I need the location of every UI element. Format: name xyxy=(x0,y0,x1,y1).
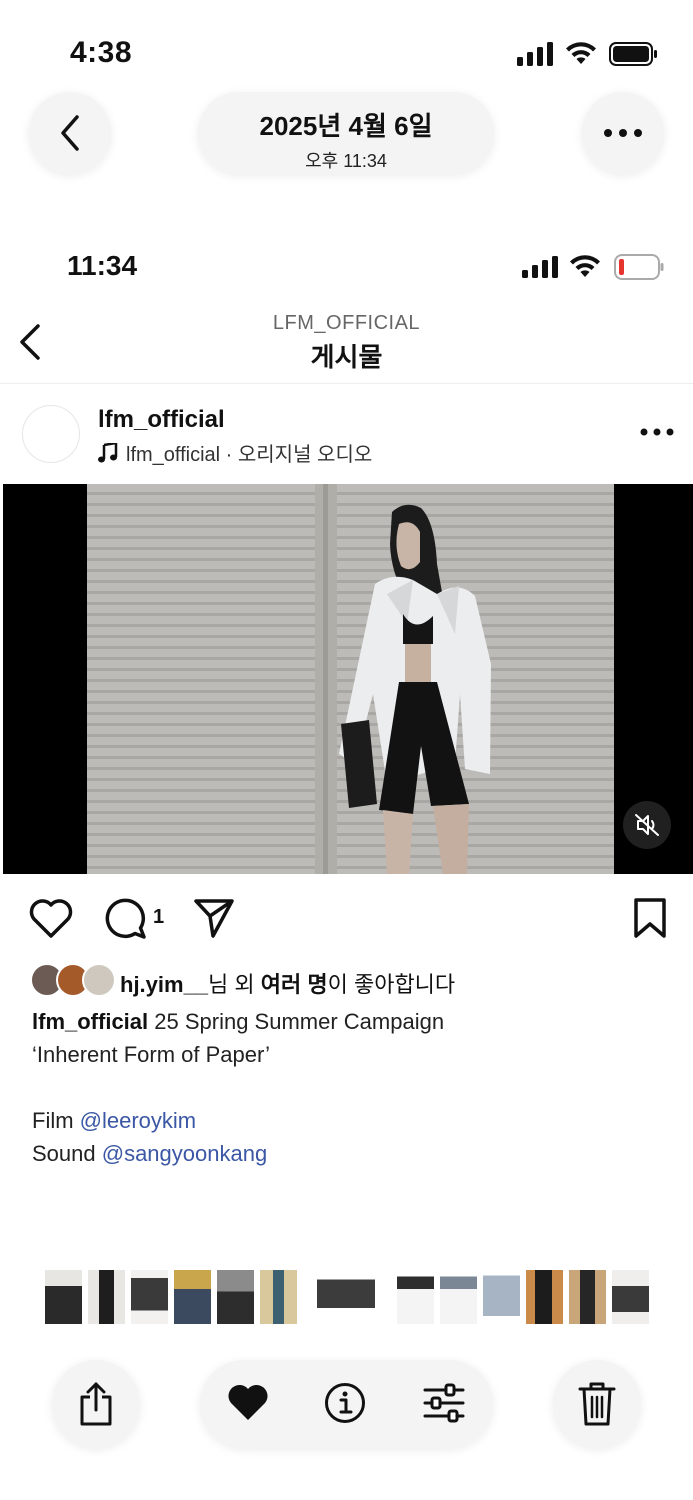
liked-by-user[interactable]: hj.yim__ xyxy=(120,972,208,997)
music-note-icon xyxy=(98,442,118,462)
thumbnail[interactable] xyxy=(217,1270,254,1324)
paper-plane-icon[interactable] xyxy=(193,897,235,939)
inner-cellular-signal-icon xyxy=(522,256,558,278)
thumbnail[interactable] xyxy=(174,1270,211,1324)
thumbnail[interactable] xyxy=(483,1270,520,1324)
info-icon[interactable] xyxy=(324,1382,366,1424)
back-button[interactable] xyxy=(29,92,111,174)
cellular-signal-icon xyxy=(517,42,553,66)
photo-time: 오후 11:34 xyxy=(305,151,387,171)
mute-button[interactable] xyxy=(623,801,671,849)
ig-header-title: 게시물 xyxy=(310,342,383,372)
delete-button[interactable] xyxy=(553,1360,641,1448)
divider xyxy=(0,383,693,384)
like-icon[interactable] xyxy=(28,897,74,939)
comment-count: 1 xyxy=(153,906,165,928)
sliders-icon[interactable] xyxy=(422,1382,466,1424)
thumbnail[interactable] xyxy=(260,1270,297,1324)
thumbnail[interactable] xyxy=(612,1270,649,1324)
outer-status-bar: 4:38 xyxy=(0,0,693,100)
liked-by-others[interactable]: 여러 명 xyxy=(261,972,328,997)
audio-link[interactable]: lfm_official · 오리지널 오디오 xyxy=(98,438,372,467)
post-caption: lfm_official 25 Spring Summer Campaign ‘… xyxy=(32,1005,672,1170)
sound-mention[interactable]: @sangyoonkang xyxy=(102,1141,267,1166)
avatar[interactable] xyxy=(22,405,80,463)
campaign-photo xyxy=(87,484,614,874)
thumbnail[interactable] xyxy=(45,1270,82,1324)
thumbnail[interactable] xyxy=(440,1270,477,1324)
audio-label: lfm_official · 오리지널 오디오 xyxy=(126,444,373,466)
film-label: Film xyxy=(32,1108,80,1133)
post-options-icon[interactable] xyxy=(640,426,674,438)
ig-header-account: LFM_OFFICIAL xyxy=(272,312,421,334)
photo-illustration xyxy=(87,484,614,874)
liked-by-end: 이 좋아합니다 xyxy=(327,972,456,997)
caption-line: Film @leeroykim xyxy=(32,1104,672,1137)
share-icon xyxy=(80,1382,112,1426)
thumbnail[interactable] xyxy=(526,1270,563,1324)
liked-by-avatars[interactable] xyxy=(30,963,116,997)
caption-line: lfm_official 25 Spring Summer Campaign xyxy=(32,1005,672,1038)
wifi-icon xyxy=(566,42,596,64)
bookmark-icon[interactable] xyxy=(632,897,668,939)
chevron-left-icon xyxy=(61,115,79,151)
status-time: 4:38 xyxy=(70,36,133,69)
trash-icon xyxy=(578,1382,616,1426)
comment-bubble-icon[interactable] xyxy=(104,897,148,941)
thumbnail[interactable] xyxy=(569,1270,606,1324)
speaker-muted-icon xyxy=(635,814,659,836)
inner-wifi-icon xyxy=(570,255,600,277)
more-button[interactable] xyxy=(582,92,664,174)
thumbnail-strip[interactable] xyxy=(45,1270,655,1324)
inner-battery-icon xyxy=(614,254,664,280)
thumbnail[interactable] xyxy=(131,1270,168,1324)
caption-line: ‘Inherent Form of Paper’ xyxy=(32,1042,271,1067)
thumbnail[interactable] xyxy=(317,1270,375,1324)
avatar xyxy=(82,963,116,997)
photo-actions-toolbar xyxy=(200,1360,493,1448)
liked-by-suffix: 님 외 xyxy=(208,972,261,997)
sound-label: Sound xyxy=(32,1141,102,1166)
share-button[interactable] xyxy=(52,1360,140,1448)
heart-filled-icon[interactable] xyxy=(226,1382,270,1422)
inner-status-time: 11:34 xyxy=(67,250,138,281)
post-username[interactable]: lfm_official xyxy=(98,406,225,434)
film-mention[interactable]: @leeroykim xyxy=(80,1108,196,1133)
post-video[interactable] xyxy=(3,484,693,874)
caption-line: Sound @sangyoonkang xyxy=(32,1137,672,1170)
liked-by-text[interactable]: hj.yim__님 외 여러 명이 좋아합니다 xyxy=(120,967,455,999)
thumbnail[interactable] xyxy=(88,1270,125,1324)
caption-gap xyxy=(32,1071,672,1104)
caption-username[interactable]: lfm_official xyxy=(32,1009,148,1034)
caption-text: 25 Spring Summer Campaign xyxy=(148,1009,445,1034)
thumbnail[interactable] xyxy=(397,1270,434,1324)
date-title[interactable]: 2025년 4월 6일 오후 11:34 xyxy=(198,92,494,174)
ellipsis-icon xyxy=(604,129,642,137)
battery-icon xyxy=(609,42,657,66)
photo-date: 2025년 4월 6일 xyxy=(259,111,433,141)
